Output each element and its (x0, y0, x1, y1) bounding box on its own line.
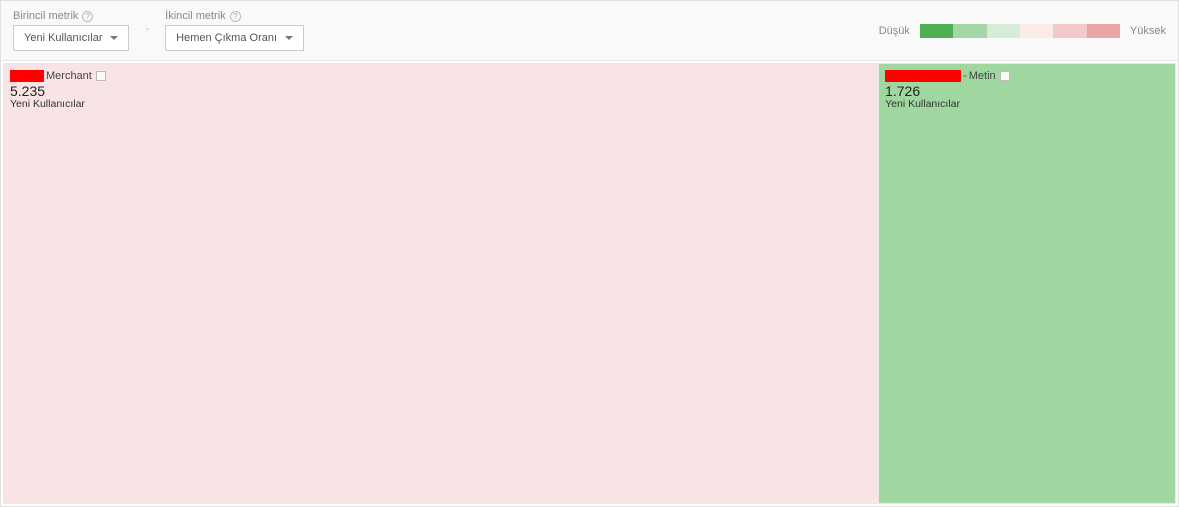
toolbar-left: Birincil metrik ? Yeni Kullanıcılar - İk… (13, 10, 304, 51)
legend-low-label: Düşük (879, 25, 910, 37)
redacted-block (885, 70, 961, 82)
legend-seg-5 (1053, 24, 1086, 38)
metric-separator: - (143, 23, 151, 39)
help-icon[interactable]: ? (230, 11, 241, 22)
treemap-cell-metin[interactable]: - Metin 1.726 Yeni Kullanıcılar (878, 63, 1176, 504)
secondary-metric-dropdown[interactable]: Hemen Çıkma Oranı (165, 25, 304, 51)
cell-title: Merchant (10, 70, 871, 82)
cell-title-prefix: - (963, 70, 967, 82)
secondary-metric-group: İkincil metrik ? Hemen Çıkma Oranı (165, 10, 304, 51)
zoom-icon[interactable] (1000, 71, 1010, 81)
cell-title: - Metin (885, 70, 1169, 82)
cell-title-text: Metin (969, 70, 996, 82)
legend-seg-1 (920, 24, 953, 38)
legend-seg-3 (987, 24, 1020, 38)
legend-seg-6 (1087, 24, 1120, 38)
chevron-down-icon (285, 36, 293, 40)
toolbar: Birincil metrik ? Yeni Kullanıcılar - İk… (1, 1, 1178, 61)
redacted-block (10, 70, 44, 82)
legend-seg-4 (1020, 24, 1053, 38)
zoom-icon[interactable] (96, 71, 106, 81)
legend-seg-2 (953, 24, 986, 38)
primary-metric-group: Birincil metrik ? Yeni Kullanıcılar (13, 10, 129, 51)
cell-sublabel: Yeni Kullanıcılar (10, 98, 871, 110)
cell-value: 5.235 (10, 83, 871, 99)
legend-high-label: Yüksek (1130, 25, 1166, 37)
primary-metric-label-text: Birincil metrik (13, 10, 78, 22)
treemap-report-panel: Birincil metrik ? Yeni Kullanıcılar - İk… (0, 0, 1179, 507)
cell-sublabel: Yeni Kullanıcılar (885, 98, 1169, 110)
secondary-metric-value: Hemen Çıkma Oranı (176, 32, 277, 44)
toolbar-right: Düşük Yüksek (879, 24, 1166, 38)
color-scale-bar (920, 24, 1120, 38)
treemap-area: Merchant 5.235 Yeni Kullanıcılar - Metin… (1, 61, 1178, 506)
treemap-cell-merchant[interactable]: Merchant 5.235 Yeni Kullanıcılar (3, 63, 878, 504)
cell-title-text: Merchant (46, 70, 92, 82)
cell-value: 1.726 (885, 83, 1169, 99)
secondary-metric-label: İkincil metrik ? (165, 10, 304, 22)
primary-metric-value: Yeni Kullanıcılar (24, 32, 102, 44)
primary-metric-dropdown[interactable]: Yeni Kullanıcılar (13, 25, 129, 51)
secondary-metric-label-text: İkincil metrik (165, 10, 226, 22)
primary-metric-label: Birincil metrik ? (13, 10, 129, 22)
help-icon[interactable]: ? (82, 11, 93, 22)
chevron-down-icon (110, 36, 118, 40)
